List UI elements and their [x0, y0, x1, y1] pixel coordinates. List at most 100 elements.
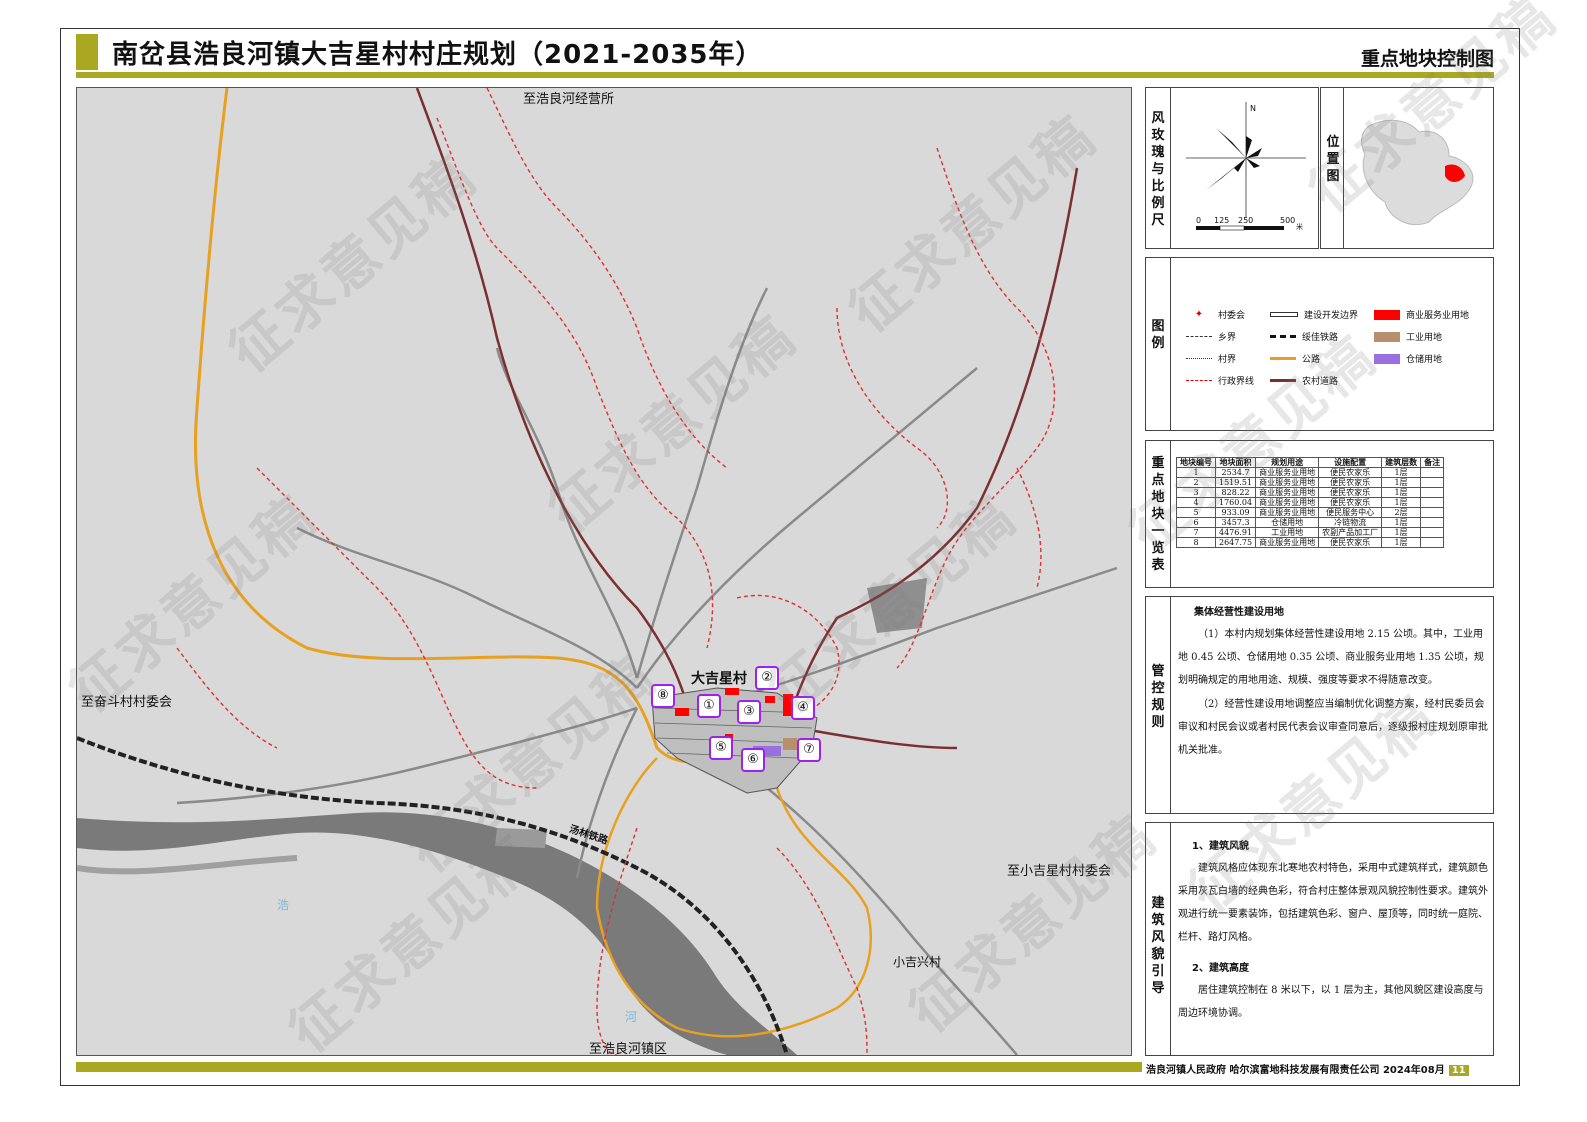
legend-item-9: 工业用地 [1374, 330, 1442, 343]
block-marker-3[interactable]: ③ [737, 700, 761, 724]
scale-unit: 米 [1296, 223, 1303, 231]
table-cell [1420, 497, 1445, 508]
control-heading: 集体经营性建设用地 [1194, 607, 1284, 618]
table-cell [1420, 537, 1445, 548]
legend-item-10: 仓储用地 [1374, 352, 1442, 365]
table-cell: 便民服务中心 [1318, 507, 1383, 518]
table-cell: 5 [1176, 507, 1216, 518]
block-marker-6[interactable]: ⑥ [741, 748, 765, 772]
legend-item-8: 商业服务业用地 [1374, 308, 1469, 321]
highway-line-icon [1270, 357, 1296, 360]
legend-panel: 图例 ✦ 村委会 乡界 村界 行政界线 建设开发边界 绥佳铁路 公路 农村道路 … [1145, 257, 1494, 431]
table-cell: 商业服务业用地 [1255, 507, 1320, 518]
table-cell: 3 [1176, 487, 1216, 498]
table-cell [1420, 517, 1445, 528]
legend-label: 图例 [1151, 319, 1165, 351]
table-cell: 2534.7 [1214, 467, 1257, 478]
scale-tick-1: 125 [1214, 216, 1230, 225]
table-row: 8 2647.75 商业服务业用地 便民农家乐 1层 [1176, 537, 1445, 548]
table-cell: 4 [1176, 497, 1216, 508]
table-row: 1 2534.7 商业服务业用地 便民农家乐 1层 [1176, 467, 1445, 478]
table-cell: 便民农家乐 [1318, 477, 1383, 488]
location-panel: 位置图 [1320, 87, 1494, 249]
title-bar: 南岔县浩良河镇大吉星村村庄规划（2021-2035年） 重点地块控制图 [76, 32, 1494, 72]
table-cell [1420, 507, 1445, 518]
legend-item-7: 农村道路 [1270, 374, 1338, 387]
location-map-icon [1361, 119, 1474, 225]
table-header-cell: 地块编号 [1176, 457, 1216, 468]
railway-line-icon [1270, 335, 1296, 338]
rural-road-icon [1270, 379, 1296, 382]
control-label: 管控规则 [1151, 664, 1165, 730]
label-east-dest: 至小吉星村村委会 [1007, 864, 1112, 879]
style-heading-2: 2、建筑高度 [1192, 963, 1249, 974]
legend-item-2: 村界 [1186, 352, 1236, 365]
block-marker-8[interactable]: ⑧ [651, 684, 675, 708]
table-cell: 1 [1176, 467, 1216, 478]
block-marker-4[interactable]: ④ [791, 696, 815, 720]
village-line-icon [1186, 358, 1212, 359]
page-subtitle: 重点地块控制图 [1360, 48, 1494, 70]
table-cell: 1760.04 [1214, 497, 1257, 508]
table-cell: 1层 [1381, 497, 1422, 508]
table-cell: 商业服务业用地 [1255, 537, 1320, 548]
township-line-icon [1186, 336, 1212, 337]
label-west-dest: 至奋斗村村委会 [81, 695, 173, 710]
table-cell: 7 [1176, 527, 1216, 538]
table-cell: 便民农家乐 [1318, 497, 1383, 508]
table-cell: 933.09 [1214, 507, 1257, 518]
block-marker-2[interactable]: ② [755, 666, 779, 690]
footer: 浩良河镇人民政府 哈尔滨富地科技发展有限责任公司 2024年08月 11 [1146, 1061, 1469, 1076]
table-label: 重点地块一览表 [1151, 456, 1165, 573]
table-cell: 仓储用地 [1255, 517, 1320, 528]
block-marker-5[interactable]: ⑤ [709, 736, 733, 760]
legend-item-6: 公路 [1270, 352, 1320, 365]
table-row: 7 4476.91 工业用地 农副产品加工厂 1层 [1176, 527, 1445, 538]
table-cell [1420, 477, 1445, 488]
label-south-dest: 至浩良河镇区 [589, 1042, 668, 1056]
table-header-cell: 备注 [1420, 457, 1445, 468]
footer-rule [76, 1062, 1142, 1072]
footer-text: 浩良河镇人民政府 哈尔滨富地科技发展有限责任公司 2024年08月 [1146, 1065, 1445, 1076]
table-cell: 828.22 [1214, 487, 1257, 498]
label-river1: 浩 [277, 898, 290, 912]
dev-boundary-icon [1270, 312, 1298, 317]
table-cell: 商业服务业用地 [1255, 477, 1320, 488]
wind-panel: 风玫瑰与比例尺 N 0 125 250 500 米 [1145, 87, 1319, 249]
label-village: 大吉星村 [691, 671, 747, 687]
legend-item-1: 乡界 [1186, 330, 1236, 343]
page-title: 南岔县浩良河镇大吉星村村庄规划（2021-2035年） [112, 40, 763, 70]
table-cell: 1层 [1381, 537, 1422, 548]
industrial-swatch-icon [1374, 331, 1400, 342]
table-cell: 1层 [1381, 487, 1422, 498]
style-paragraph-1: 建筑风格应体现东北寒地农村特色，采用中式建筑样式，建筑颜色采用灰瓦白墙的经典色彩… [1178, 863, 1488, 943]
scale-tick-3: 500 [1280, 216, 1296, 225]
legend-item-3: 行政界线 [1186, 374, 1254, 387]
table-cell: 1层 [1381, 517, 1422, 528]
block-marker-7[interactable]: ⑦ [797, 738, 821, 762]
table-cell: 1层 [1381, 467, 1422, 478]
location-label: 位置图 [1326, 135, 1340, 184]
scale-tick-2: 250 [1238, 216, 1254, 225]
table-row: 5 933.09 商业服务业用地 便民服务中心 2层 [1176, 507, 1445, 518]
wind-label: 风玫瑰与比例尺 [1151, 111, 1165, 228]
table-cell [1420, 527, 1445, 538]
block-table: 地块编号 地块面积 规划用途 设施配置 建筑层数 备注 1 2534.7 商业服务业用地 便民农… [1176, 457, 1445, 548]
title-rule [76, 72, 1494, 78]
table-cell: 2 [1176, 477, 1216, 488]
table-cell: 冷链物流 [1318, 517, 1383, 528]
admin-line-icon [1186, 380, 1212, 381]
legend-item-5: 绥佳铁路 [1270, 330, 1338, 343]
page-number: 11 [1448, 1065, 1469, 1076]
storage-swatch-icon [1374, 353, 1400, 364]
block-marker-1[interactable]: ① [697, 694, 721, 718]
table-cell: 3457.3 [1214, 517, 1257, 528]
label-north-dest: 至浩良河经营所 [523, 92, 615, 107]
label-village2: 小吉兴村 [893, 955, 942, 969]
table-row: 4 1760.04 商业服务业用地 便民农家乐 1层 [1176, 497, 1445, 508]
table-cell: 工业用地 [1255, 527, 1320, 538]
north-mark: N [1250, 104, 1256, 113]
table-cell: 便民农家乐 [1318, 537, 1383, 548]
table-cell [1420, 487, 1445, 498]
table-cell: 1层 [1381, 527, 1422, 538]
